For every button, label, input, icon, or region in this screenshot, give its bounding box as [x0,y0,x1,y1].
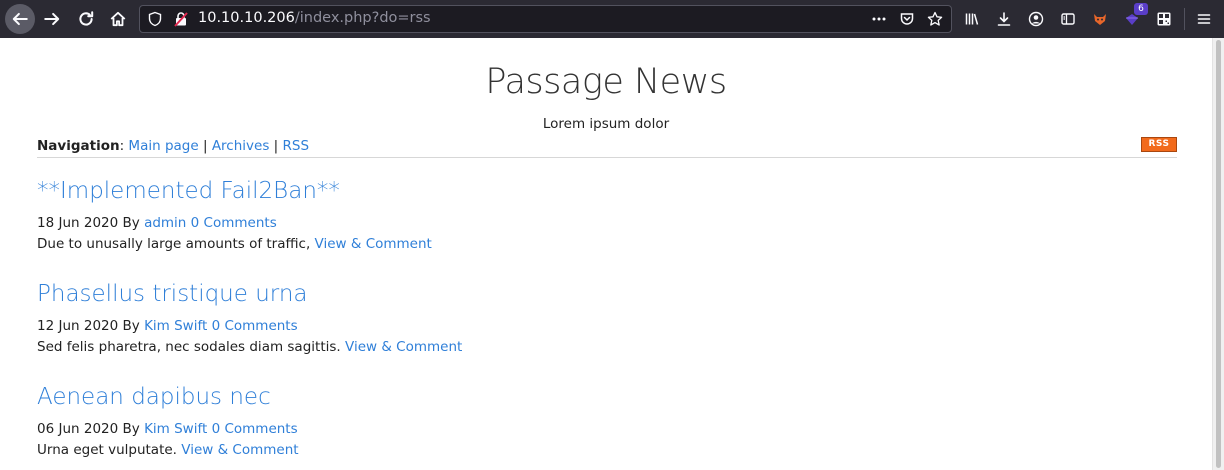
view-comment-link[interactable]: View & Comment [345,339,462,355]
post-excerpt-text: Urna eget vulputate. [37,442,177,458]
post-item: Phasellus tristique urna 12 Jun 2020 By … [37,281,937,358]
post-comments-link[interactable]: 0 Comments [212,318,298,334]
post-author-link[interactable]: Kim Swift [144,421,207,437]
nav-link-main-page[interactable]: Main page [128,138,198,154]
qr-code-button[interactable] [1154,9,1174,29]
post-item: **Implemented Fail2Ban** 18 Jun 2020 By … [37,178,937,255]
hamburger-menu-icon [1197,14,1211,24]
view-comment-link[interactable]: View & Comment [181,442,298,458]
web-page: Passage News Lorem ipsum dolor Navigatio… [0,38,1212,470]
post-excerpt-text: Sed felis pharetra, nec sodales diam sag… [37,339,341,355]
extension-count-badge: 6 [1134,3,1148,15]
download-icon [997,12,1011,26]
post-excerpt: Due to unusally large amounts of traffic… [37,234,937,255]
post-comments-link[interactable]: 0 Comments [191,215,277,231]
post-meta: 12 Jun 2020 By Kim Swift 0 Comments [37,316,937,337]
library-button[interactable] [962,9,982,29]
reload-button[interactable] [72,5,100,33]
qr-code-icon [1157,12,1171,26]
account-icon [1028,11,1044,27]
post-date: 12 Jun 2020 By [37,318,140,334]
url-bar[interactable]: 10.10.10.206/index.php?do=rss [139,5,952,33]
post-title-link[interactable]: Aenean dapibus nec [37,384,937,410]
reload-icon [79,11,94,26]
arrow-right-icon [44,12,60,26]
post-date: 18 Jun 2020 By [37,215,140,231]
insecure-lock-icon[interactable] [173,11,189,27]
sidebar-icon [1061,13,1075,25]
page-actions-button[interactable] [869,9,889,29]
downloads-button[interactable] [994,9,1014,29]
url-text[interactable]: 10.10.10.206/index.php?do=rss [198,10,431,26]
post-comments-link[interactable]: 0 Comments [212,421,298,437]
nav-link-rss[interactable]: RSS [283,138,310,154]
post-date: 06 Jun 2020 By [37,421,140,437]
post-excerpt: Sed felis pharetra, nec sodales diam sag… [37,337,937,358]
toolbar-separator [1184,8,1185,30]
vertical-scrollbar[interactable] [1212,38,1224,470]
forward-button[interactable] [38,5,66,33]
nav-link-archives[interactable]: Archives [212,138,270,154]
bookmark-star-button[interactable] [925,9,945,29]
url-host: 10.10.10.206 [198,10,295,26]
post-author-link[interactable]: Kim Swift [144,318,207,334]
foxyproxy-extension-button[interactable] [1090,9,1110,29]
tracking-shield-icon[interactable] [147,11,163,27]
back-button[interactable] [5,4,35,34]
post-excerpt-text: Due to unusally large amounts of traffic… [37,236,311,252]
browser-toolbar: 10.10.10.206/index.php?do=rss 6 [0,0,1224,38]
post-title-link[interactable]: Phasellus tristique urna [37,281,937,307]
post-title-link[interactable]: **Implemented Fail2Ban** [37,178,937,204]
home-button[interactable] [104,5,132,33]
url-path: /index.php?do=rss [294,10,431,26]
site-subtitle: Lorem ipsum dolor [542,116,670,132]
home-icon [110,11,126,27]
pocket-icon [900,13,914,25]
star-icon [927,11,943,26]
navigation-bar: Navigation: Main page | Archives | RSS R… [37,137,1177,158]
post-meta: 18 Jun 2020 By admin 0 Comments [37,213,937,234]
pocket-button[interactable] [897,9,917,29]
view-comment-link[interactable]: View & Comment [315,236,432,252]
account-button[interactable] [1026,9,1046,29]
fox-icon [1094,14,1106,25]
post-author-link[interactable]: admin [144,215,186,231]
post-meta: 06 Jun 2020 By Kim Swift 0 Comments [37,419,937,440]
post-excerpt: Urna eget vulputate. View & Comment [37,440,937,461]
library-icon [965,13,979,25]
app-menu-button[interactable] [1194,9,1214,29]
arrow-left-icon [12,12,28,26]
post-item: Aenean dapibus nec 06 Jun 2020 By Kim Sw… [37,384,937,461]
rss-feed-badge[interactable]: RSS [1141,137,1177,152]
site-title: Passage News [485,62,727,102]
ellipsis-icon [872,17,886,21]
extension-button[interactable]: 6 [1122,3,1148,29]
nav-label: Navigation [37,138,120,154]
sidebar-button[interactable] [1058,9,1078,29]
scrollbar-thumb[interactable] [1216,40,1221,468]
